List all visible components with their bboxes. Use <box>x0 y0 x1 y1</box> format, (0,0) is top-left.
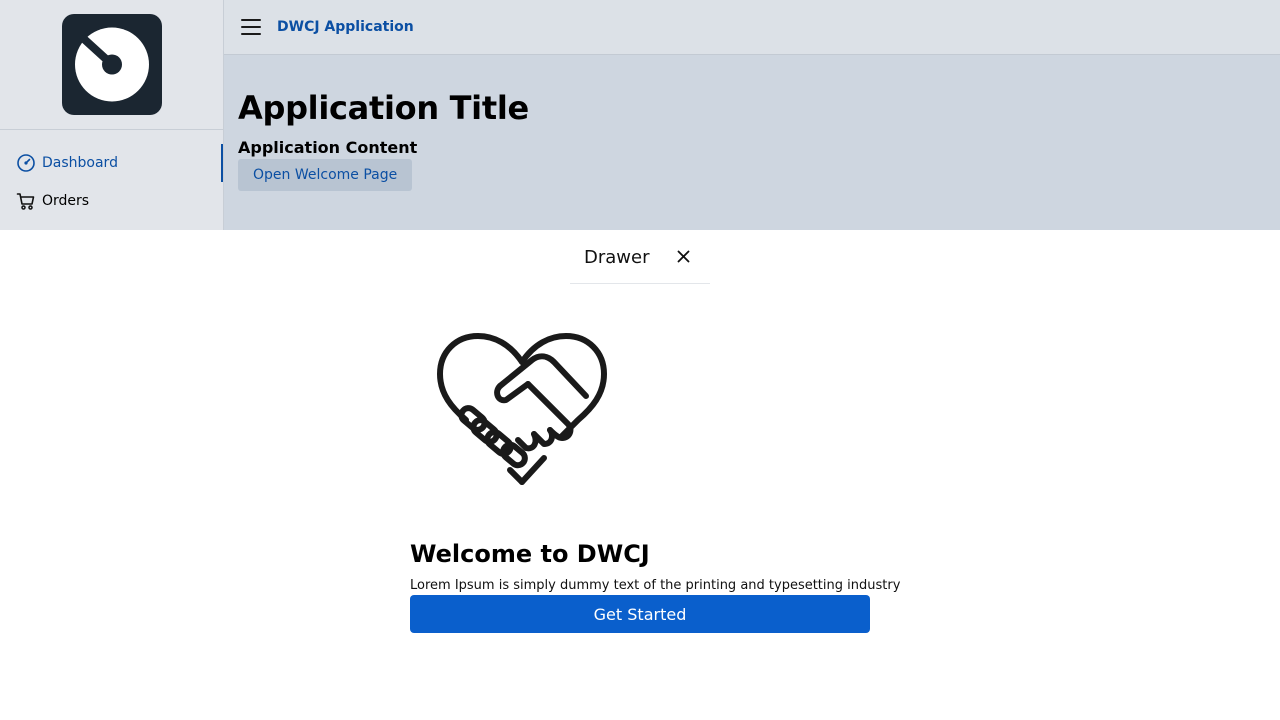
logo-area <box>0 0 223 130</box>
sidebar-item-orders[interactable]: Orders <box>0 182 223 220</box>
sidebar-item-label: Orders <box>42 193 90 209</box>
app-name: DWCJ Application <box>277 19 414 35</box>
cart-icon <box>16 191 36 211</box>
sidebar-item-label: Dashboard <box>42 155 118 171</box>
get-started-button[interactable]: Get Started <box>410 595 870 633</box>
app-logo <box>61 14 162 115</box>
page-title: Application Title <box>238 89 529 127</box>
open-welcome-button[interactable]: Open Welcome Page <box>238 159 413 191</box>
main-content: Application Title Application Content Op… <box>224 55 1280 230</box>
sidebar-item-dashboard[interactable]: Dashboard <box>0 144 223 182</box>
menu-toggle-icon[interactable] <box>241 19 261 35</box>
welcome-title: Welcome to DWCJ <box>410 540 650 568</box>
close-icon[interactable] <box>674 247 694 267</box>
app-header: DWCJ Application <box>224 0 1280 55</box>
welcome-description: Lorem Ipsum is simply dummy text of the … <box>410 578 901 593</box>
handshake-heart-icon <box>436 332 608 492</box>
drawer-title: Drawer <box>584 247 650 268</box>
app-layout: Dashboard Orders DWCJ Application Applic… <box>0 0 1280 230</box>
content-heading: Application Content <box>238 138 418 157</box>
drawer-header: Drawer <box>570 230 710 284</box>
sidebar: Dashboard Orders <box>0 0 224 230</box>
sidebar-nav: Dashboard Orders <box>0 130 223 220</box>
drawer: Drawer Welcome to DWCJ Lorem Ipsum is si… <box>0 230 1280 720</box>
dashboard-icon <box>16 153 36 173</box>
